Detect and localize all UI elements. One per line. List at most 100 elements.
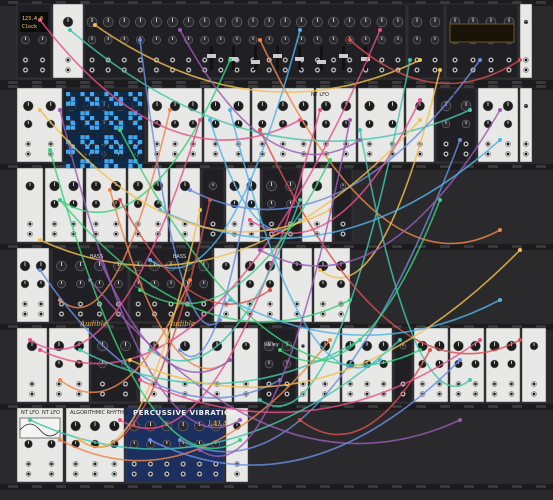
module-panel[interactable] <box>16 167 44 243</box>
cable-plug[interactable] <box>58 378 62 382</box>
sequencer-cell[interactable] <box>80 135 85 140</box>
cable-plug[interactable] <box>428 348 432 352</box>
sequencer-cell[interactable] <box>99 154 104 159</box>
sequencer-cell[interactable] <box>94 111 99 116</box>
sequencer-cell[interactable] <box>66 111 71 116</box>
sequencer-cell[interactable] <box>99 116 104 121</box>
cable-plug[interactable] <box>468 108 472 112</box>
cable-plug[interactable] <box>408 58 412 62</box>
cable-plug[interactable] <box>258 398 262 402</box>
cable-plug[interactable] <box>138 38 142 42</box>
sequencer-cell[interactable] <box>80 92 85 97</box>
cable-plug[interactable] <box>318 108 322 112</box>
sequencer-cell[interactable] <box>114 101 119 106</box>
sequencer-cell[interactable] <box>123 159 128 164</box>
cable-plug[interactable] <box>58 438 62 442</box>
cable-plug[interactable] <box>458 138 462 142</box>
sequencer-cell[interactable] <box>109 140 114 145</box>
sequencer-cell[interactable] <box>128 96 133 101</box>
sequencer-cell[interactable] <box>75 92 80 97</box>
sequencer-cell[interactable] <box>99 135 104 140</box>
cable-plug[interactable] <box>248 218 252 222</box>
sequencer-cell[interactable] <box>75 96 80 101</box>
sequencer-cell[interactable] <box>99 96 104 101</box>
sequencer-cell[interactable] <box>66 154 71 159</box>
sequencer-cell[interactable] <box>99 149 104 154</box>
sequencer-cell[interactable] <box>75 140 80 145</box>
sequencer-cell[interactable] <box>109 144 114 149</box>
fader-handle[interactable] <box>295 57 304 61</box>
sequencer-cell[interactable] <box>75 120 80 125</box>
cable-plug[interactable] <box>358 128 362 132</box>
sequencer-cell[interactable] <box>114 130 119 135</box>
sequencer-cell[interactable] <box>128 135 133 140</box>
cable-plug[interactable] <box>28 418 32 422</box>
module-panel[interactable] <box>16 87 63 163</box>
cable-plug[interactable] <box>258 38 262 42</box>
fader-handle[interactable] <box>339 54 348 58</box>
sequencer-cell[interactable] <box>80 96 85 101</box>
sequencer-cell[interactable] <box>66 106 71 111</box>
sequencer-cell[interactable] <box>118 92 123 97</box>
sequencer-cell[interactable] <box>133 149 138 154</box>
sequencer-cell[interactable] <box>114 164 119 169</box>
sequencer-cell[interactable] <box>114 135 119 140</box>
cable-plug[interactable] <box>38 268 42 272</box>
module-panel[interactable] <box>519 87 533 163</box>
sequencer-cell[interactable] <box>109 111 114 116</box>
cable-plug[interactable] <box>418 118 422 122</box>
cable-plug[interactable] <box>418 98 422 102</box>
sequencer-cell[interactable] <box>109 96 114 101</box>
cable-plug[interactable] <box>38 238 42 242</box>
cable-plug[interactable] <box>178 28 182 32</box>
cable-plug[interactable] <box>148 258 152 262</box>
sequencer-cell[interactable] <box>94 101 99 106</box>
sequencer-cell[interactable] <box>118 154 123 159</box>
sequencer-cell[interactable] <box>90 135 95 140</box>
cable-plug[interactable] <box>198 118 202 122</box>
cable-plug[interactable] <box>498 298 502 302</box>
cable-plug[interactable] <box>258 248 262 252</box>
sequencer-cell[interactable] <box>118 159 123 164</box>
sequencer-cell[interactable] <box>118 144 123 149</box>
vcv-rack-workspace[interactable]: NT LFO NT LFO NT LFO PERCUSSIVE VIBRATIO… <box>0 0 553 500</box>
sequencer-cell[interactable] <box>70 116 75 121</box>
sequencer-cell[interactable] <box>128 154 133 159</box>
sequencer-cell[interactable] <box>75 106 80 111</box>
sequencer-cell[interactable] <box>90 144 95 149</box>
sequencer-cell[interactable] <box>80 159 85 164</box>
cable-plug[interactable] <box>208 198 212 202</box>
sequencer-cell[interactable] <box>90 106 95 111</box>
sequencer-cell[interactable] <box>138 101 143 106</box>
sequencer-cell[interactable] <box>70 106 75 111</box>
sequencer-cell[interactable] <box>99 106 104 111</box>
sequencer-cell[interactable] <box>90 120 95 125</box>
cable-plug[interactable] <box>188 278 192 282</box>
sequencer-cell[interactable] <box>128 92 133 97</box>
cable-plug[interactable] <box>268 288 272 292</box>
sequencer-cell[interactable] <box>118 120 123 125</box>
sequencer-cell[interactable] <box>80 140 85 145</box>
cable-plug[interactable] <box>438 68 442 72</box>
cable-plug[interactable] <box>328 338 332 342</box>
cable-plug[interactable] <box>228 108 232 112</box>
sequencer-cell[interactable] <box>99 92 104 97</box>
sequencer-cell[interactable] <box>94 116 99 121</box>
cable-plug[interactable] <box>58 108 62 112</box>
sequencer-cell[interactable] <box>138 130 143 135</box>
sequencer-cell[interactable] <box>114 144 119 149</box>
sequencer-cell[interactable] <box>128 101 133 106</box>
sequencer-cell[interactable] <box>85 120 90 125</box>
sequencer-cell[interactable] <box>75 164 80 169</box>
sequencer-cell[interactable] <box>109 135 114 140</box>
sequencer-cell[interactable] <box>90 154 95 159</box>
sequencer-cell[interactable] <box>75 154 80 159</box>
sequencer-cell[interactable] <box>80 101 85 106</box>
sequencer-cell[interactable] <box>70 125 75 130</box>
cable-plug[interactable] <box>208 118 212 122</box>
sequencer-cell[interactable] <box>99 101 104 106</box>
sequencer-cell[interactable] <box>114 159 119 164</box>
sequencer-cell[interactable] <box>70 135 75 140</box>
cable-plug[interactable] <box>298 418 302 422</box>
cable-plug[interactable] <box>348 118 352 122</box>
